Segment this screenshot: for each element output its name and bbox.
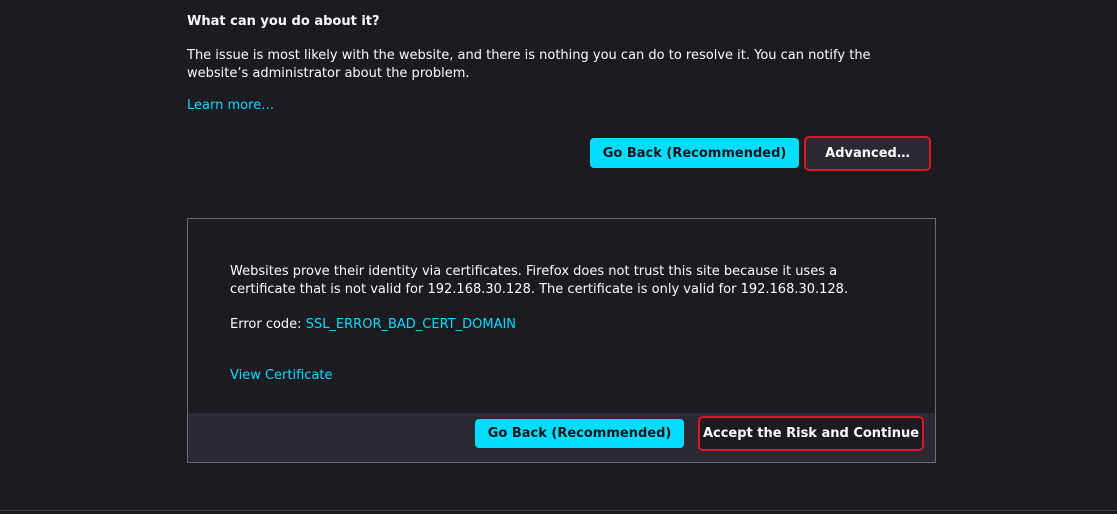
advanced-panel-footer: Go Back (Recommended) Accept the Risk an… [188, 413, 935, 462]
error-code-prefix: Error code: [230, 317, 306, 332]
error-code-link[interactable]: SSL_ERROR_BAD_CERT_DOMAIN [306, 317, 516, 332]
what-can-you-do-heading: What can you do about it? [187, 14, 380, 29]
error-code-line: Error code: SSL_ERROR_BAD_CERT_DOMAIN [230, 317, 516, 332]
view-certificate-link[interactable]: View Certificate [230, 368, 333, 383]
learn-more-link[interactable]: Learn more… [187, 98, 274, 113]
what-can-you-do-paragraph: The issue is most likely with the websit… [187, 48, 871, 81]
accept-risk-button[interactable]: Accept the Risk and Continue [698, 416, 924, 451]
advanced-panel: Websites prove their identity via certif… [187, 218, 936, 463]
error-page: What can you do about it? The issue is m… [0, 0, 1117, 514]
go-back-button[interactable]: Go Back (Recommended) [590, 138, 799, 168]
advanced-button[interactable]: Advanced… [804, 136, 931, 171]
advanced-go-back-button[interactable]: Go Back (Recommended) [475, 419, 684, 448]
bottom-divider [0, 510, 1117, 511]
advanced-description: Websites prove their identity via certif… [230, 264, 849, 297]
